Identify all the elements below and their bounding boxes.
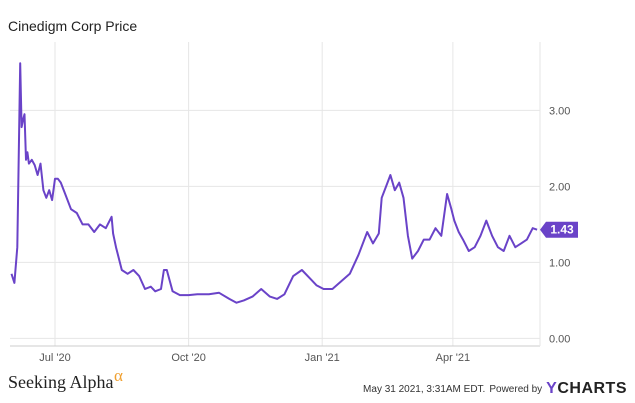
price-line-chart: 0.00 1.00 2.00 3.00 Jul '20 Oct '20 Jan '21 Apr… bbox=[10, 42, 578, 364]
y-tick-label: 3.00 bbox=[549, 105, 570, 117]
seeking-alpha-logo: Seeking Alpha bbox=[8, 372, 114, 392]
last-value-badge: 1.43 bbox=[540, 221, 578, 238]
gridlines bbox=[10, 42, 540, 346]
axes bbox=[10, 42, 541, 347]
ycharts-logo-text: CHARTS bbox=[557, 380, 627, 397]
timestamp: May 31 2021, 3:31AM EDT. bbox=[363, 383, 486, 395]
chart-footer: May 31 2021, 3:31AM EDT. Powered by YCHA… bbox=[363, 380, 627, 398]
tick-labels: 0.00 1.00 2.00 3.00 Jul '20 Oct '20 Jan '21 Apr… bbox=[39, 105, 578, 364]
x-tick-label: Apr '21 bbox=[436, 352, 471, 364]
x-tick-label: Jul '20 bbox=[39, 352, 70, 364]
ycharts-logo[interactable]: YCHARTS bbox=[546, 380, 627, 398]
x-tick-label: Jan '21 bbox=[305, 352, 340, 364]
price-series-line bbox=[10, 62, 538, 304]
powered-by-label: Powered by bbox=[489, 383, 543, 395]
last-value-label: 1.43 bbox=[550, 223, 574, 237]
y-tick-label: 2.00 bbox=[549, 181, 570, 193]
series-layer bbox=[10, 62, 538, 304]
x-tick-label: Oct '20 bbox=[171, 352, 206, 364]
alpha-icon: α bbox=[114, 366, 123, 385]
ycharts-logo-y: Y bbox=[546, 380, 558, 397]
y-tick-label: 1.00 bbox=[549, 257, 570, 269]
y-tick-label: 0.00 bbox=[549, 333, 570, 345]
